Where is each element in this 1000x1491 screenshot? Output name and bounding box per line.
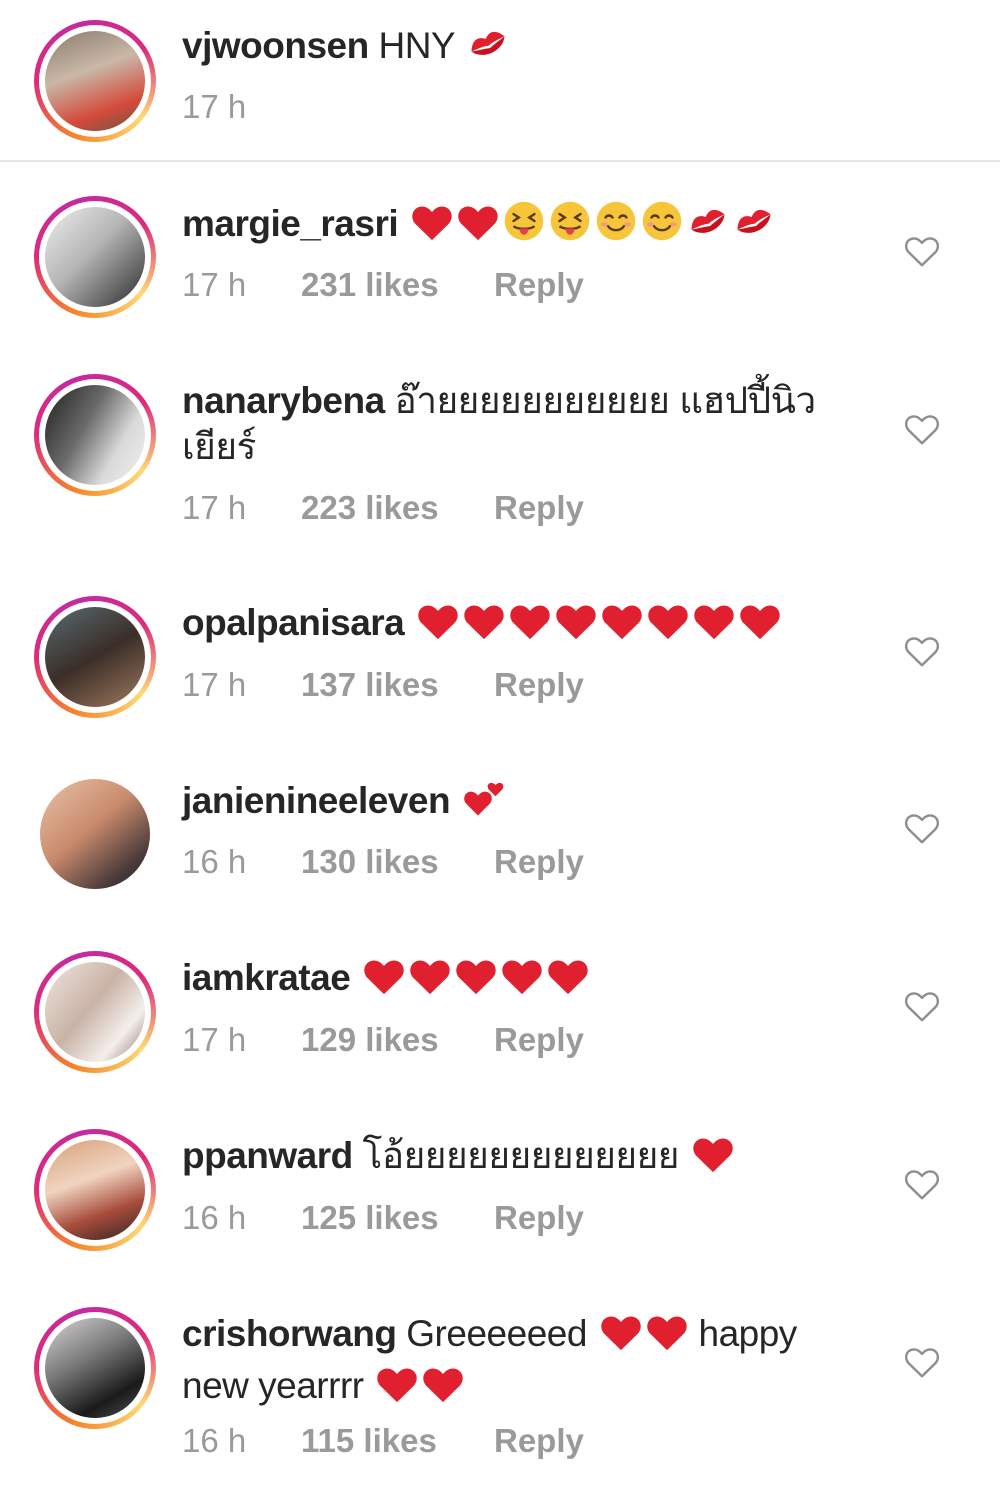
likes-count[interactable]: 129 likes: [301, 1021, 439, 1059]
likes-count[interactable]: 130 likes: [301, 843, 439, 881]
comment-username[interactable]: iamkratae: [182, 957, 351, 998]
avatar[interactable]: [34, 596, 156, 718]
likes-count[interactable]: 115 likes: [301, 1422, 437, 1460]
likes-count[interactable]: 231 likes: [301, 266, 439, 304]
comment-time: 17 h: [182, 666, 247, 703]
red-heart-icon: [599, 1312, 643, 1363]
reply-button[interactable]: Reply: [494, 1422, 584, 1460]
avatar[interactable]: [34, 374, 156, 496]
red-heart-icon: [410, 202, 454, 253]
comment-time: 17 h: [182, 1021, 247, 1058]
reply-button[interactable]: Reply: [494, 843, 584, 881]
comment-username[interactable]: nanarybena: [182, 380, 385, 421]
red-heart-icon: [738, 601, 782, 652]
reply-button[interactable]: Reply: [494, 489, 584, 527]
comment-emojis: [414, 602, 782, 643]
avatar[interactable]: [34, 196, 156, 318]
caption-username[interactable]: vjwoonsen: [182, 25, 369, 66]
red-heart-icon: [691, 1134, 735, 1185]
comment-emojis: [408, 201, 776, 244]
red-heart-icon: [375, 1364, 419, 1415]
reply-button[interactable]: Reply: [494, 666, 584, 704]
like-heart-icon[interactable]: [904, 989, 940, 1023]
like-heart-icon[interactable]: [904, 1345, 940, 1379]
red-heart-icon: [546, 956, 590, 1007]
comment-username[interactable]: ppanward: [182, 1135, 353, 1176]
likes-count[interactable]: 137 likes: [301, 666, 439, 704]
comment-emojis: [689, 1135, 735, 1176]
comment-emojis: [360, 957, 590, 998]
kiss-mark-icon: [686, 202, 730, 253]
like-heart-icon[interactable]: [904, 1167, 940, 1201]
reply-button[interactable]: Reply: [494, 1021, 584, 1059]
comment-text: Greeeeeed: [406, 1313, 587, 1354]
red-heart-icon: [508, 601, 552, 652]
comment-text: โอ้ยยยยยยยยยยยยย: [362, 1135, 680, 1176]
likes-count[interactable]: 125 likes: [301, 1199, 439, 1237]
comment-username[interactable]: margie_rasri: [182, 203, 399, 244]
comment-emojis: [460, 780, 508, 821]
red-heart-icon: [456, 202, 500, 253]
like-heart-icon[interactable]: [904, 234, 940, 268]
red-heart-icon: [500, 956, 544, 1007]
smiling-face-icon: [594, 200, 638, 253]
comment-time: 17 h: [182, 489, 247, 526]
avatar[interactable]: [34, 1307, 156, 1429]
comment-time: 16 h: [182, 1422, 247, 1459]
squinting-tongue-face-icon: [548, 200, 592, 253]
likes-count[interactable]: 223 likes: [301, 489, 439, 527]
reply-button[interactable]: Reply: [494, 1199, 584, 1237]
comment-time: 16 h: [182, 843, 247, 880]
post-caption: vjwoonsen HNY 17 h: [0, 0, 1000, 162]
like-heart-icon[interactable]: [904, 412, 940, 446]
red-heart-icon: [416, 601, 460, 652]
like-heart-icon[interactable]: [904, 634, 940, 668]
red-heart-icon: [554, 601, 598, 652]
red-heart-icon: [362, 956, 406, 1007]
comment-emojis: [597, 1313, 689, 1354]
comment-username[interactable]: janienineeleven: [182, 780, 451, 821]
kiss-mark-icon: [466, 24, 510, 75]
avatar[interactable]: [34, 773, 156, 895]
like-heart-icon[interactable]: [904, 811, 940, 845]
reply-button[interactable]: Reply: [494, 266, 584, 304]
squinting-tongue-face-icon: [502, 200, 546, 253]
smiling-face-icon: [640, 200, 684, 253]
comment-username[interactable]: crishorwang: [182, 1313, 397, 1354]
red-heart-icon: [645, 1312, 689, 1363]
avatar[interactable]: [34, 1129, 156, 1251]
comment-username[interactable]: opalpanisara: [182, 602, 405, 643]
kiss-mark-icon: [732, 202, 776, 253]
red-heart-icon: [454, 956, 498, 1007]
red-heart-icon: [421, 1364, 465, 1415]
red-heart-icon: [692, 601, 736, 652]
avatar[interactable]: [34, 20, 156, 142]
avatar[interactable]: [34, 951, 156, 1073]
caption-time: 17 h: [182, 88, 247, 125]
comment-emojis-trailing: [373, 1365, 465, 1406]
comment-time: 16 h: [182, 1199, 247, 1236]
comment-time: 17 h: [182, 266, 247, 303]
red-heart-icon: [600, 601, 644, 652]
red-heart-icon: [408, 956, 452, 1007]
caption-text: HNY: [378, 25, 455, 66]
caption-emojis: [464, 25, 510, 66]
red-heart-icon: [646, 601, 690, 652]
red-heart-icon: [462, 601, 506, 652]
two-hearts-icon: [462, 777, 508, 830]
